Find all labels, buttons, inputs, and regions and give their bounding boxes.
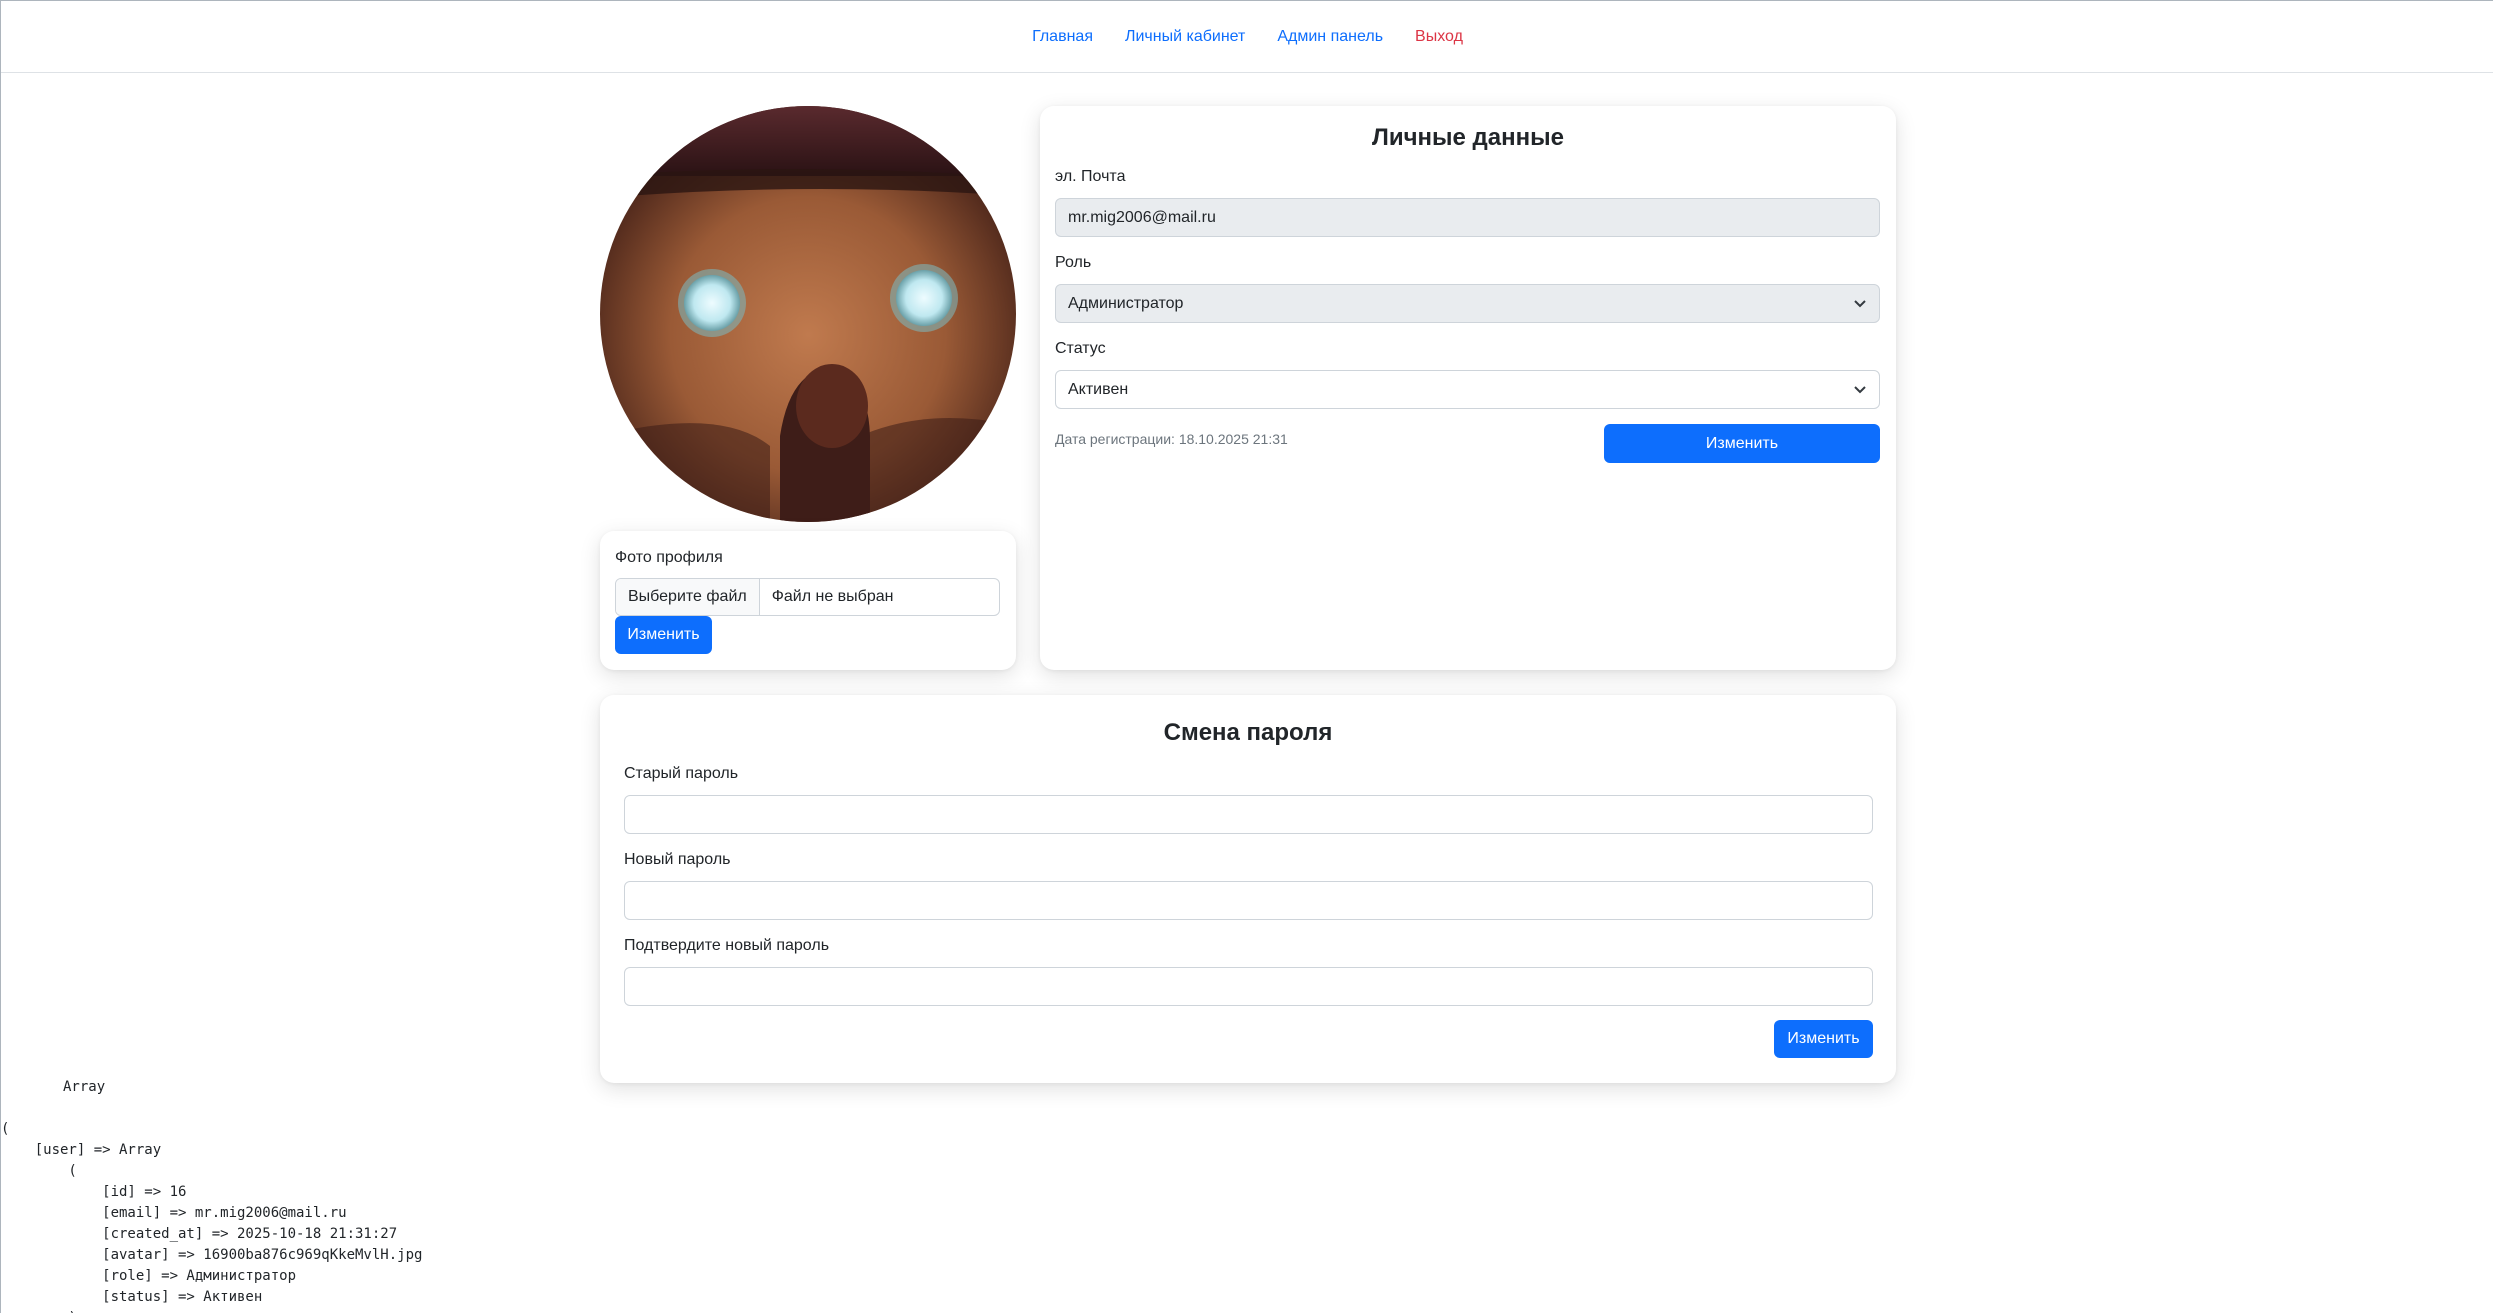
debug-line: [email] => mr.mig2006@mail.ru bbox=[1, 1205, 347, 1221]
debug-line: [status] => Активен bbox=[1, 1289, 263, 1305]
debug-line: [id] => 16 bbox=[1, 1184, 187, 1200]
photo-file-input[interactable]: Выберите файл Файл не выбран bbox=[615, 578, 1000, 616]
chevron-down-icon bbox=[1854, 299, 1866, 307]
profile-photo-card: Фото профиля Выберите файл Файл не выбра… bbox=[600, 531, 1016, 670]
debug-line: [avatar] => 16900ba876c969qKkeMvlH.jpg bbox=[1, 1247, 423, 1263]
old-password-input[interactable] bbox=[624, 795, 1873, 834]
old-password-label: Старый пароль bbox=[624, 765, 739, 782]
email-field: mr.mig2006@mail.ru bbox=[1055, 198, 1880, 237]
password-title: Смена пароля bbox=[1163, 719, 1333, 746]
role-select[interactable]: Администратор bbox=[1055, 284, 1880, 323]
role-label: Роль bbox=[1055, 254, 1092, 271]
personal-data-card: Личные данные эл. Почта mr.mig2006@mail.… bbox=[1040, 106, 1896, 670]
confirm-password-input[interactable] bbox=[624, 967, 1873, 1006]
nav-logout-link[interactable]: Выход bbox=[1415, 28, 1463, 46]
top-nav: Главная Личный кабинет Админ панель Выхо… bbox=[1, 1, 2493, 73]
debug-output: Array ( [user] => Array ( [id] => 16 [em… bbox=[1, 1077, 701, 1313]
password-submit-button[interactable]: Изменить bbox=[1774, 1020, 1873, 1058]
personal-data-title: Личные данные bbox=[1372, 124, 1564, 151]
avatar-image bbox=[600, 106, 1016, 522]
email-value: mr.mig2006@mail.ru bbox=[1068, 208, 1216, 226]
new-password-label: Новый пароль bbox=[624, 851, 731, 868]
new-password-input[interactable] bbox=[624, 881, 1873, 920]
personal-submit-button[interactable]: Изменить bbox=[1604, 424, 1880, 463]
debug-line: Array bbox=[63, 1079, 106, 1095]
choose-file-button[interactable]: Выберите файл bbox=[616, 579, 760, 615]
nav-cabinet-link[interactable]: Личный кабинет bbox=[1125, 28, 1245, 46]
status-label: Статус bbox=[1055, 340, 1106, 357]
email-label: эл. Почта bbox=[1055, 168, 1126, 185]
registration-date: Дата регистрации: 18.10.2025 21:31 bbox=[1055, 431, 1288, 447]
nav-home-link[interactable]: Главная bbox=[1032, 28, 1093, 46]
file-status-text: Файл не выбран bbox=[771, 588, 894, 605]
confirm-password-label: Подтвердите новый пароль bbox=[624, 937, 830, 954]
status-select[interactable]: Активен bbox=[1055, 370, 1880, 409]
status-value: Активен bbox=[1068, 380, 1129, 398]
nav-admin-link[interactable]: Админ панель bbox=[1277, 28, 1383, 46]
avatar bbox=[600, 106, 1016, 522]
photo-label: Фото профиля bbox=[615, 549, 723, 566]
role-value: Администратор bbox=[1068, 294, 1184, 312]
debug-line: [created_at] => 2025-10-18 21:31:27 bbox=[1, 1226, 398, 1242]
chevron-down-icon bbox=[1854, 385, 1866, 393]
photo-submit-button[interactable]: Изменить bbox=[615, 616, 712, 654]
debug-line: ( bbox=[1, 1163, 77, 1179]
debug-line: [user] => Array bbox=[1, 1142, 162, 1158]
debug-line: [role] => Администратор bbox=[1, 1268, 297, 1284]
password-change-card: Смена пароля Старый пароль Новый пароль … bbox=[600, 695, 1896, 1083]
debug-line: ( bbox=[1, 1121, 10, 1137]
